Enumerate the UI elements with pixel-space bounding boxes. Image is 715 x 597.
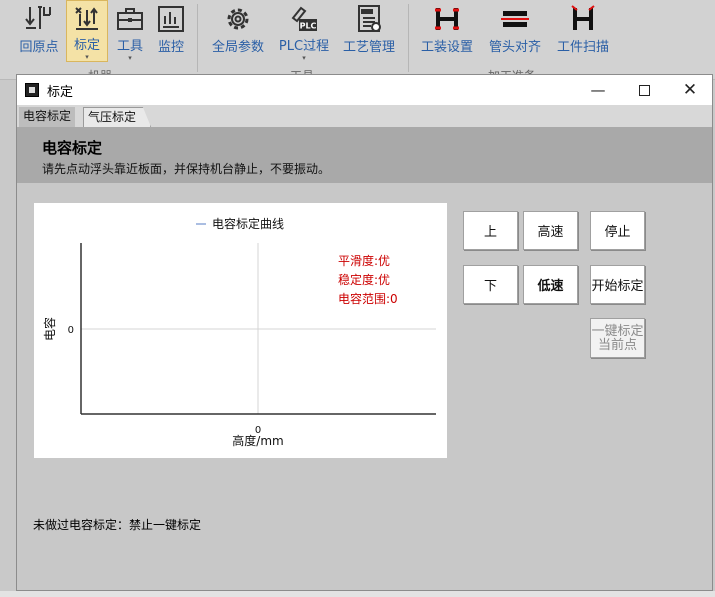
dialog-titlebar[interactable]: 标定 — ✕ [17,75,712,105]
process-management-button[interactable]: 工艺管理 [338,0,400,62]
close-button[interactable]: ✕ [667,75,713,105]
calibrate-button[interactable]: 标定 ▾ [66,0,108,62]
gear-icon [221,2,255,36]
section-instruction: 请先点动浮头靠近板面，并保持机台静止，不要振动。 [42,162,331,176]
one-key-calibrate-label-line2: 当前点 [597,337,637,352]
global-params-label: 全局参数 [211,40,264,55]
annotation-smoothness: 平滑度:优 [338,253,390,268]
one-key-calibrate-button[interactable]: 一键标定 当前点 [590,318,645,358]
monitor-icon [154,2,188,36]
section-heading: 电容标定 [42,139,103,157]
close-icon: ✕ [682,80,698,100]
process-management-label: 工艺管理 [342,40,395,55]
plc-process-label: PLC过程 [278,39,330,54]
tools-label: 工具 [116,39,143,54]
tab-pressure-calibration[interactable]: 气压标定 [83,107,152,127]
maximize-icon [638,84,650,96]
jog-up-button[interactable]: 上 [463,211,518,250]
home-axis-icon [22,2,56,36]
plc-icon: PLC [287,2,321,35]
section-header: 电容标定 请先点动浮头靠近板面，并保持机台静止，不要振动。 [17,127,712,183]
svg-text:PLC: PLC [300,21,317,30]
chevron-down-icon: ▾ [85,53,89,61]
ribbon-separator [408,4,409,72]
x-axis-label: 高度/mm [232,433,283,448]
calibration-status: 未做过电容标定：禁止一键标定 [33,518,202,532]
toolbox-icon [113,2,147,35]
start-calibration-button[interactable]: 开始标定 [590,265,645,304]
scan-icon [566,2,600,36]
calibration-dialog: 标定 — ✕ 电容标定 气压标定 电容标定 请先点动浮头靠近板面，并保持机台静止… [16,74,713,591]
ribbon-separator [197,4,198,72]
calibrate-icon [70,3,104,34]
ribbon-toolbar: 回原点 标定 ▾ 工具 ▾ 监控 全局参数 PLC PLC过程 ▾ 工艺管理 工… [0,0,715,83]
monitor-label: 监控 [157,40,184,55]
low-speed-button[interactable]: 低速 [523,265,578,304]
monitor-button[interactable]: 监控 [153,0,189,62]
app-icon [25,83,39,97]
minimize-button[interactable]: — [575,75,621,105]
fixture-icon [430,2,464,36]
minimize-icon: — [590,81,606,99]
stop-button[interactable]: 停止 [590,211,645,250]
fixture-settings-button[interactable]: 工装设置 [418,0,476,62]
pipe-align-button[interactable]: 管头对齐 [486,0,544,62]
y-axis-label: 电容 [42,317,57,341]
lcm-doc-icon [352,2,386,36]
fixture-settings-label: 工装设置 [420,40,473,55]
annotation-stability: 稳定度:优 [338,272,390,287]
capacitance-chart: 电容标定曲线 0 0 高度/mm 电容 平滑度:优 稳定度:优 电容范围:0 [34,203,447,458]
home-axis-button[interactable]: 回原点 [15,0,63,62]
pipe-align-label: 管头对齐 [488,40,541,55]
plc-process-button[interactable]: PLC PLC过程 ▾ [275,0,333,62]
workpiece-scan-label: 工件扫描 [556,40,609,55]
y-tick-label: 0 [68,325,74,336]
pipe-align-icon [498,2,532,36]
high-speed-button[interactable]: 高速 [523,211,578,250]
chevron-down-icon: ▾ [302,54,306,62]
jog-down-button[interactable]: 下 [463,265,518,304]
one-key-calibrate-label-line1: 一键标定 [591,323,644,338]
annotation-range: 电容范围:0 [338,291,398,306]
dialog-title: 标定 [47,84,74,100]
home-axis-label: 回原点 [19,40,59,55]
maximize-button[interactable] [621,75,667,105]
tab-capacitance-calibration[interactable]: 电容标定 [19,107,76,127]
legend-label: 电容标定曲线 [212,216,284,231]
workpiece-scan-button[interactable]: 工件扫描 [554,0,612,62]
chevron-down-icon: ▾ [128,54,132,62]
background-strip [0,591,715,597]
capacitance-chart-svg: 电容标定曲线 0 0 高度/mm 电容 平滑度:优 稳定度:优 电容范围:0 [42,216,436,448]
tools-button[interactable]: 工具 ▾ [112,0,148,62]
tab-bar: 电容标定 气压标定 [17,105,712,127]
global-params-button[interactable]: 全局参数 [207,0,269,62]
calibrate-label: 标定 [73,38,100,53]
